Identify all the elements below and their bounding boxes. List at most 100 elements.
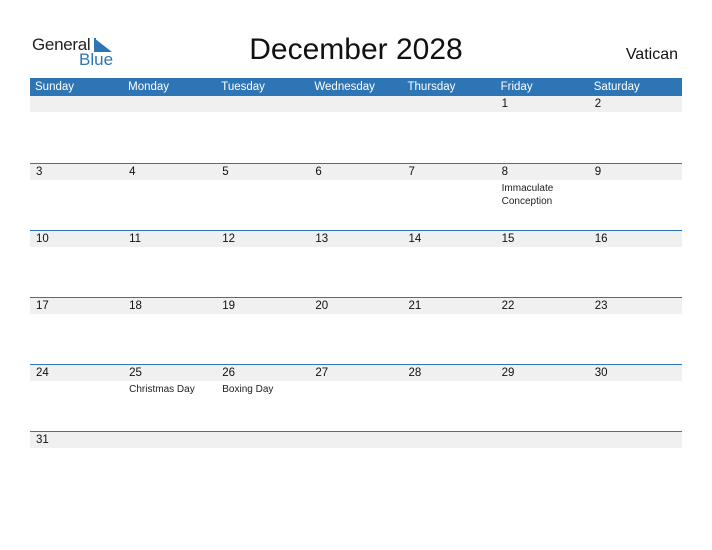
day-cell: 13 — [309, 231, 402, 247]
day-cell: 12 — [216, 231, 309, 247]
day-number — [409, 432, 496, 448]
day-cell: 3 — [30, 164, 123, 208]
day-number: 2 — [594, 98, 602, 110]
week-row: 3 4 5 6 7 8 Immaculate Conception 9 — [30, 163, 682, 230]
day-number — [129, 432, 216, 448]
day-cell: 14 — [403, 231, 496, 247]
weekday-saturday: Saturday — [593, 81, 640, 93]
day-cell: 6 — [309, 164, 402, 208]
day-cell: 30 — [589, 365, 682, 396]
day-cell — [216, 432, 309, 448]
day-number: 18 — [129, 300, 142, 312]
weekday-sunday: Sunday — [35, 81, 75, 93]
day-number: 19 — [222, 300, 236, 312]
day-number: 20 — [315, 300, 329, 312]
week-cells: 10 11 12 13 14 15 16 — [30, 231, 682, 247]
day-number — [595, 432, 682, 448]
day-cell — [30, 96, 123, 112]
day-number: 23 — [594, 300, 608, 312]
day-cell — [589, 432, 682, 448]
day-cell: 20 — [309, 298, 402, 314]
day-number — [315, 96, 402, 112]
day-number: 7 — [408, 166, 415, 178]
week-row: 17 18 19 20 21 22 23 — [30, 297, 682, 364]
day-number: 5 — [222, 166, 229, 178]
day-number: 30 — [594, 367, 608, 379]
day-number: 6 — [315, 166, 322, 178]
weekday-tuesday: Tuesday — [221, 81, 265, 93]
day-cell: 21 — [403, 298, 496, 314]
calendar-title: December 2028 — [249, 33, 463, 66]
day-number: 25 — [129, 367, 142, 379]
day-cell: 24 — [30, 365, 123, 396]
weekday-monday: Monday — [128, 81, 170, 93]
day-number: 9 — [594, 166, 602, 178]
day-cell: 8 Immaculate Conception — [496, 164, 589, 208]
day-cell: 29 — [496, 365, 589, 396]
day-number: 11 — [129, 233, 142, 245]
day-number — [409, 96, 496, 112]
day-number: 1 — [501, 98, 509, 110]
day-number — [222, 96, 309, 112]
day-cell — [496, 432, 589, 448]
day-cell — [123, 96, 216, 112]
day-cell: 11 — [123, 231, 216, 247]
day-cell: 15 — [496, 231, 589, 247]
day-cell: 7 — [403, 164, 496, 208]
day-cell: 17 — [30, 298, 123, 314]
holiday-label: Immaculate Conception — [501, 183, 554, 207]
day-number: 24 — [36, 367, 49, 379]
day-number: 12 — [222, 233, 236, 245]
week-row: 24 25 Christmas Day 26 Boxing Day 27 28 29 30 — [30, 364, 682, 431]
day-number: 17 — [36, 300, 49, 312]
day-number: 27 — [315, 367, 329, 379]
day-number — [129, 96, 216, 112]
weekday-thursday: Thursday — [407, 81, 456, 93]
day-number — [315, 432, 402, 448]
week-row: 31 — [30, 431, 682, 498]
day-cell: 2 — [589, 96, 682, 112]
week-row: 10 11 12 13 14 15 16 — [30, 230, 682, 297]
day-number: 22 — [501, 300, 515, 312]
day-cell: 31 — [30, 432, 123, 448]
day-cell — [309, 432, 402, 448]
day-cell: 22 — [496, 298, 589, 314]
day-cell: 5 — [216, 164, 309, 208]
day-cell — [216, 96, 309, 112]
day-cell: 26 Boxing Day — [216, 365, 309, 396]
day-number: 29 — [501, 367, 515, 379]
day-cell: 18 — [123, 298, 216, 314]
country-label: Vatican — [625, 46, 678, 63]
day-number: 21 — [408, 300, 422, 312]
week-cells: 31 — [30, 432, 682, 448]
day-number: 14 — [408, 233, 422, 245]
week-cells: 24 25 Christmas Day 26 Boxing Day 27 28 29 30 — [30, 365, 682, 396]
day-cell — [309, 96, 402, 112]
holiday-label: Christmas Day — [129, 384, 195, 395]
day-cell: 10 — [30, 231, 123, 247]
day-cell — [123, 432, 216, 448]
day-number: 16 — [594, 233, 608, 245]
day-cell: 27 — [309, 365, 402, 396]
day-number: 4 — [129, 166, 136, 178]
day-number: 8 — [501, 166, 509, 178]
day-number — [222, 432, 309, 448]
day-number: 15 — [501, 233, 515, 245]
week-cells: 12 — [30, 96, 682, 112]
week-row: 12 — [30, 96, 682, 163]
day-number: 28 — [408, 367, 422, 379]
holiday-label: Boxing Day — [222, 384, 274, 395]
day-cell: 23 — [589, 298, 682, 314]
weeks-container: 1 2 3 4 5 6 7 8 Immaculate Conception 9 10 11 12 13 14… — [30, 96, 682, 498]
day-number: 13 — [315, 233, 329, 245]
day-cell: 25 Christmas Day — [123, 365, 216, 396]
day-cell — [403, 96, 496, 112]
day-number — [502, 432, 589, 448]
day-cell: 19 — [216, 298, 309, 314]
day-cell: 9 — [589, 164, 682, 208]
day-number — [36, 96, 123, 112]
calendar-grid: Sunday Monday Tuesday Wednesday Thursday Frid… — [30, 78, 682, 498]
day-number: 3 — [36, 166, 43, 178]
weekday-friday: Friday — [500, 81, 533, 93]
day-cell: 4 — [123, 164, 216, 208]
